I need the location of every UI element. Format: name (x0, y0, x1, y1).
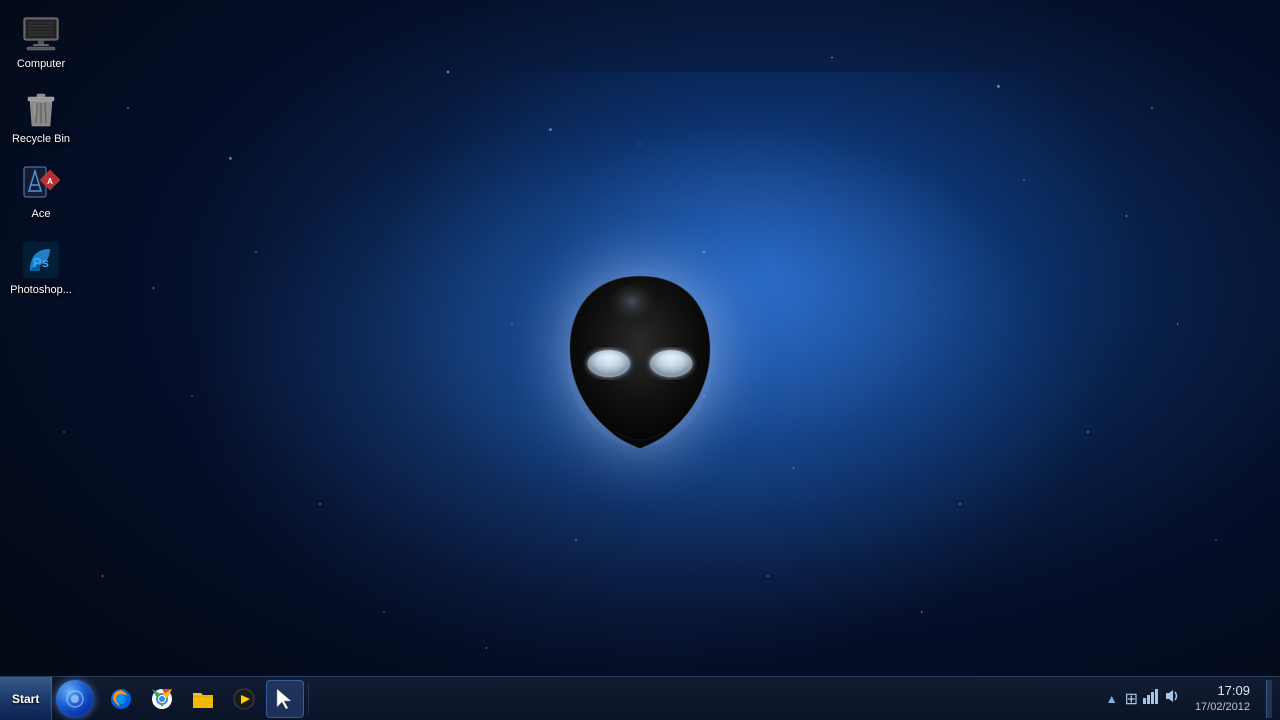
start-label: Start (12, 692, 39, 706)
desktop: Computer Recyc (0, 0, 1280, 720)
taskbar-orb[interactable] (56, 680, 94, 718)
clock-date: 17/02/2012 (1192, 700, 1250, 715)
taskbar-media-icon[interactable] (225, 680, 263, 718)
desktop-icon-photoshop[interactable]: Ps Photoshop... (5, 236, 77, 301)
desktop-icon-recycle-bin[interactable]: Recycle Bin (5, 85, 77, 150)
taskbar-icon-group (98, 680, 304, 718)
system-tray-icons: ▲ ⊞ (1104, 688, 1180, 709)
computer-icon-label: Computer (17, 58, 65, 71)
screen-resolution-icon[interactable]: ⊞ (1125, 689, 1138, 709)
taskbar: Start (0, 676, 1280, 720)
taskbar-separator-1 (308, 684, 309, 714)
volume-icon[interactable] (1164, 688, 1180, 709)
start-button[interactable]: Start (0, 677, 52, 720)
svg-text:A: A (47, 177, 53, 186)
show-desktop-button[interactable] (1266, 680, 1272, 718)
taskbar-files-icon[interactable] (184, 680, 222, 718)
notification-expand-icon[interactable]: ▲ (1104, 692, 1120, 706)
photoshop-icon-image: Ps (21, 240, 61, 280)
taskbar-chrome-icon[interactable] (143, 680, 181, 718)
taskbar-firefox-icon[interactable] (102, 680, 140, 718)
network-icon[interactable] (1143, 688, 1159, 709)
recycle-bin-icon-label: Recycle Bin (12, 133, 70, 146)
svg-text:Ps: Ps (33, 255, 49, 270)
recycle-bin-icon-image (21, 89, 61, 129)
desktop-icon-computer[interactable]: Computer (5, 10, 77, 75)
clock-area[interactable]: 17:09 17/02/2012 (1186, 682, 1256, 716)
computer-icon-image (21, 14, 61, 54)
ace-icon-image: A (21, 164, 61, 204)
taskbar-right-area: ▲ ⊞ (1104, 680, 1280, 718)
taskbar-active-icon[interactable] (266, 680, 304, 718)
desktop-icons-container: Computer Recyc (5, 10, 77, 301)
photoshop-icon-label: Photoshop... (10, 284, 72, 297)
ace-icon-label: Ace (32, 208, 51, 221)
desktop-icon-ace[interactable]: A Ace (5, 160, 77, 225)
alien-head-container (560, 271, 720, 456)
clock-time: 17:09 (1192, 682, 1250, 700)
